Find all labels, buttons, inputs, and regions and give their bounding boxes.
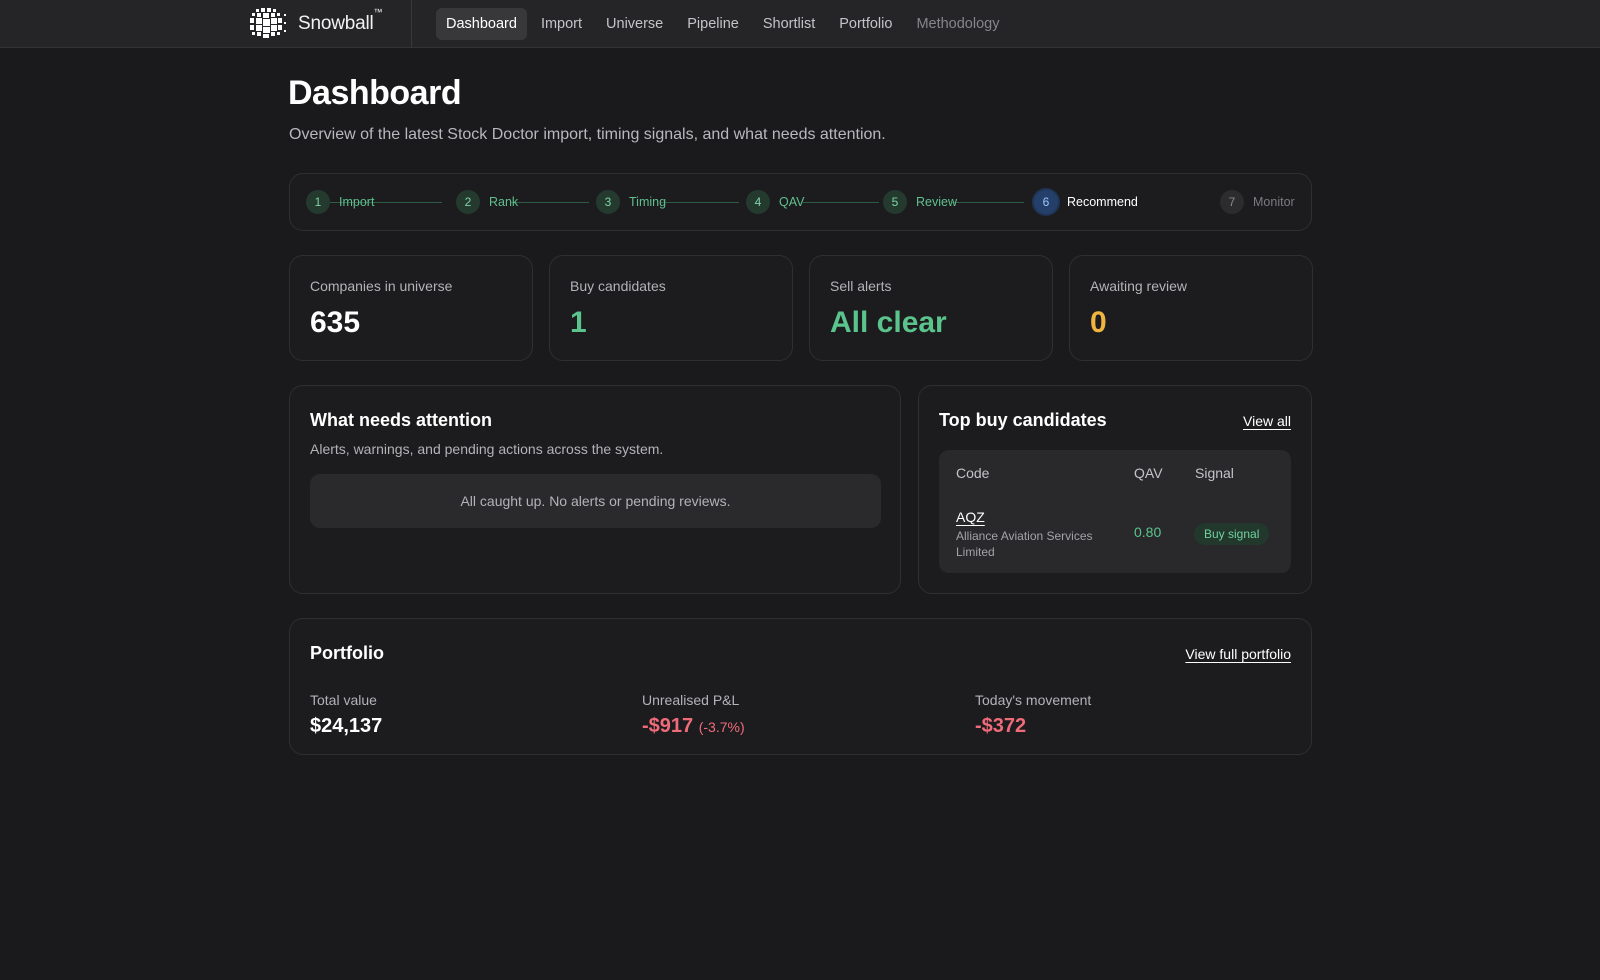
step-number: 6 [1034, 190, 1058, 214]
portfolio-title: Portfolio [310, 643, 384, 663]
buy-candidates-panel: Top buy candidates View all Code QAV Sig… [918, 385, 1312, 594]
step-label: Monitor [1253, 195, 1295, 209]
page-title: Dashboard [288, 74, 462, 112]
attention-title: What needs attention [310, 410, 493, 430]
brand-divider [411, 0, 412, 48]
step-connector [661, 202, 739, 203]
attention-panel: What needs attention Alerts, warnings, a… [289, 385, 901, 594]
stat-card-universe: Companies in universe 635 [289, 255, 533, 361]
workflow-stepper: 1 Import 2 Rank 3 Timing 4 QAV 5 Review … [289, 173, 1312, 231]
step-connector [952, 202, 1024, 203]
step-review[interactable]: 5 Review [883, 190, 957, 214]
total-value: $24,137 [310, 715, 383, 737]
candidates-table: Code QAV Signal AQZ Alliance Aviation Se… [939, 450, 1291, 573]
step-number: 3 [596, 190, 620, 214]
main-nav: Dashboard Import Universe Pipeline Short… [436, 8, 1013, 40]
nav-pipeline[interactable]: Pipeline [677, 8, 749, 40]
step-qav[interactable]: 4 QAV [746, 190, 804, 214]
company-name: Alliance Aviation Services Limited [956, 529, 1093, 559]
brand-name: Snowball™ [298, 7, 383, 34]
stat-label: Buy candidates [570, 278, 666, 294]
step-number: 1 [306, 190, 330, 214]
step-timing[interactable]: 3 Timing [596, 190, 666, 214]
todays-movement-label: Today's movement [975, 692, 1092, 708]
column-header-code: Code [956, 465, 990, 481]
column-header-signal: Signal [1195, 465, 1234, 481]
brand-logo-link[interactable]: Snowball™ [248, 7, 383, 40]
stat-label: Companies in universe [310, 278, 453, 294]
nav-shortlist[interactable]: Shortlist [753, 8, 825, 40]
qav-score: 0.80 [1134, 524, 1162, 540]
step-monitor[interactable]: 7 Monitor [1220, 190, 1295, 214]
attention-empty-state: All caught up. No alerts or pending revi… [310, 474, 881, 528]
signal-badge: Buy signal [1194, 523, 1270, 545]
stat-value: 1 [570, 306, 587, 339]
page-subtitle: Overview of the latest Stock Doctor impo… [289, 126, 886, 143]
company-code-link[interactable]: AQZ [956, 509, 985, 525]
step-number: 4 [746, 190, 770, 214]
column-header-qav: QAV [1134, 465, 1163, 481]
step-label: Import [339, 195, 375, 209]
portfolio-panel: Portfolio View full portfolio Total valu… [289, 618, 1312, 755]
step-number: 2 [456, 190, 480, 214]
step-label: Timing [629, 195, 667, 209]
stat-card-awaiting-review: Awaiting review 0 [1069, 255, 1313, 361]
stat-card-buy-candidates: Buy candidates 1 [549, 255, 793, 361]
view-full-portfolio-link[interactable]: View full portfolio [1185, 646, 1291, 662]
stat-value: 0 [1090, 306, 1107, 339]
todays-movement: -$372 [975, 715, 1027, 737]
nav-dashboard[interactable]: Dashboard [436, 8, 527, 40]
nav-portfolio[interactable]: Portfolio [829, 8, 902, 40]
step-label: Rank [489, 195, 519, 209]
top-navigation-bar: Snowball™ Dashboard Import Universe Pipe… [0, 0, 1600, 48]
stat-value: All clear [830, 306, 947, 339]
nav-methodology[interactable]: Methodology [906, 8, 1009, 40]
view-all-link[interactable]: View all [1243, 413, 1291, 429]
stat-label: Awaiting review [1090, 278, 1188, 294]
nav-import[interactable]: Import [531, 8, 592, 40]
attention-subtitle: Alerts, warnings, and pending actions ac… [310, 441, 664, 457]
step-rank[interactable]: 2 Rank [456, 190, 518, 214]
stat-card-sell-alerts: Sell alerts All clear [809, 255, 1053, 361]
step-label: Review [916, 195, 957, 209]
step-recommend[interactable]: 6 Recommend [1034, 190, 1138, 214]
step-number: 7 [1220, 190, 1244, 214]
snowball-logo-icon [250, 8, 286, 38]
step-label: Recommend [1067, 195, 1138, 209]
nav-universe[interactable]: Universe [596, 8, 673, 40]
step-connector [511, 202, 589, 203]
stat-label: Sell alerts [830, 278, 892, 294]
step-label: QAV [779, 195, 805, 209]
unrealised-pnl-value: -$917 [642, 715, 694, 737]
unrealised-pnl-label: Unrealised P&L [642, 692, 740, 708]
candidates-title: Top buy candidates [939, 410, 1107, 430]
unrealised-pnl: -$917 (-3.7%) [642, 715, 745, 738]
unrealised-pnl-percent: (-3.7%) [698, 719, 745, 735]
step-import[interactable]: 1 Import [306, 190, 374, 214]
total-value-label: Total value [310, 692, 377, 708]
step-connector [803, 202, 879, 203]
step-number: 5 [883, 190, 907, 214]
stat-value: 635 [310, 306, 361, 339]
